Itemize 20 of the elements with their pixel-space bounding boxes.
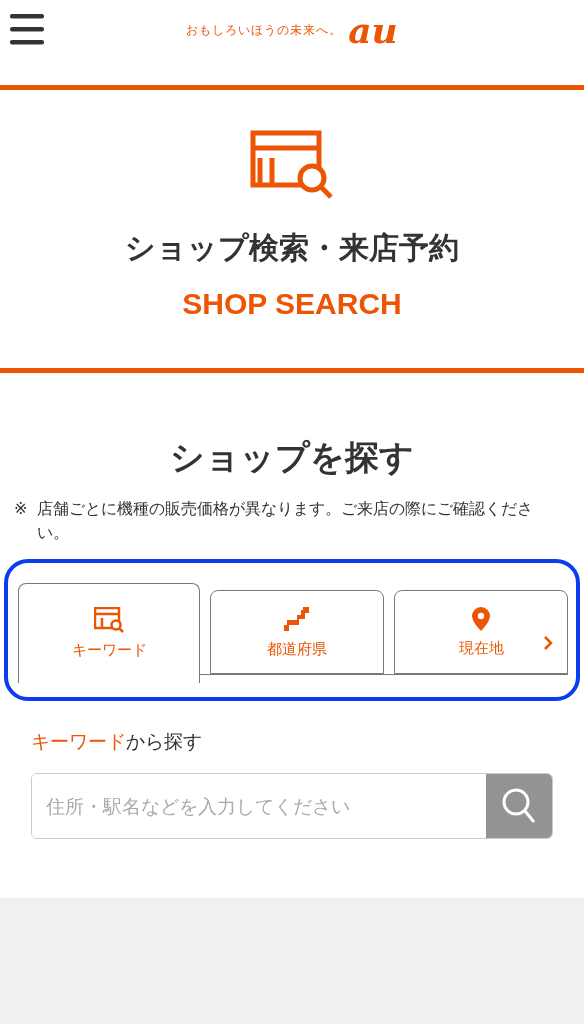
search-tab[interactable]: 都道府県 <box>210 590 385 674</box>
note-mark: ※ <box>14 498 28 520</box>
search-tab[interactable]: 現在地 <box>394 590 568 674</box>
chevron-right-icon[interactable] <box>543 635 553 651</box>
shop-search-icon <box>250 130 334 200</box>
page-title: ショップ検索・来店予約 <box>125 229 459 267</box>
section-title: ショップを探す <box>169 436 415 479</box>
label-text: から探す <box>126 729 202 754</box>
search-tab[interactable]: キーワード <box>18 583 201 683</box>
tagline: おもしろいほうの未来へ。 <box>186 21 343 39</box>
location-pin-icon <box>472 606 491 631</box>
logo[interactable]: au <box>348 12 398 48</box>
note-text: 店舗ごとに機種の販売価格が異なります。ご来店の際にご確認ください。 <box>37 498 535 544</box>
search-field[interactable]: 住所・駅名などを入力してください <box>31 773 553 839</box>
menu-icon[interactable] <box>10 14 44 46</box>
page-subtitle: SHOP SEARCH <box>182 287 402 321</box>
search-button[interactable] <box>486 774 552 838</box>
label-accent: キーワード <box>31 729 126 754</box>
search-icon <box>501 787 537 825</box>
shop-search-icon <box>94 607 125 633</box>
